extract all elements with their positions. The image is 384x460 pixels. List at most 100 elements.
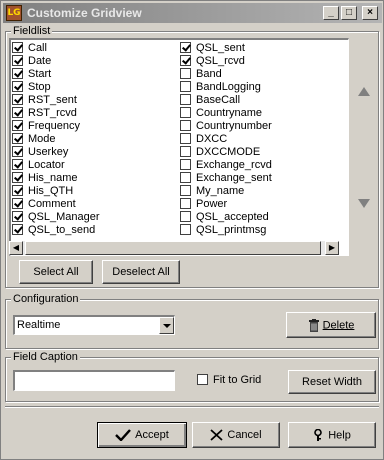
fieldlist-horizontal-scrollbar[interactable]: ◀ ▶	[9, 241, 339, 255]
field-checkbox[interactable]	[12, 172, 23, 183]
delete-button[interactable]: Delete	[286, 312, 376, 338]
field-checkbox[interactable]	[12, 146, 23, 157]
fieldlist-label: Fieldlist	[11, 25, 53, 37]
maximize-button[interactable]: □	[341, 6, 357, 20]
field-checkbox[interactable]	[180, 133, 191, 144]
field-label: Locator	[28, 159, 65, 171]
field-checkbox[interactable]	[12, 185, 23, 196]
scroll-left-arrow-icon[interactable]: ◀	[9, 241, 23, 255]
field-item[interactable]: His_QTH	[12, 185, 100, 198]
field-item[interactable]: Countrynumber	[180, 120, 272, 133]
field-item[interactable]: DXCC	[180, 133, 272, 146]
field-item[interactable]: Locator	[12, 159, 100, 172]
chevron-down-icon[interactable]	[159, 317, 174, 334]
field-caption-input[interactable]	[13, 370, 175, 391]
select-all-button[interactable]: Select All	[19, 260, 93, 284]
field-item[interactable]: QSL_printmsg	[180, 224, 272, 237]
field-item[interactable]: Userkey	[12, 146, 100, 159]
field-label: His_name	[28, 172, 78, 184]
field-checkbox[interactable]	[12, 133, 23, 144]
fit-to-grid-label: Fit to Grid	[213, 374, 262, 387]
field-item[interactable]: Frequency	[12, 120, 100, 133]
field-checkbox[interactable]	[12, 68, 23, 79]
field-checkbox[interactable]	[12, 107, 23, 118]
reset-width-button[interactable]: Reset Width	[288, 370, 376, 394]
close-button[interactable]: ×	[362, 6, 378, 20]
field-label: Start	[28, 68, 52, 80]
field-label: My_name	[196, 185, 245, 197]
field-checkbox[interactable]	[12, 224, 23, 235]
field-label: Mode	[28, 133, 56, 145]
field-label: His_QTH	[28, 185, 74, 197]
field-checkbox[interactable]	[180, 185, 191, 196]
scroll-up-arrow-icon[interactable]	[358, 87, 370, 96]
field-checkbox[interactable]	[180, 81, 191, 92]
field-checkbox[interactable]	[180, 211, 191, 222]
field-checkbox[interactable]	[180, 42, 191, 53]
help-key-icon	[314, 428, 322, 441]
field-checkbox[interactable]	[12, 42, 23, 53]
field-item[interactable]: Exchange_sent	[180, 172, 272, 185]
accept-button[interactable]: Accept	[97, 422, 187, 448]
scroll-down-arrow-icon[interactable]	[358, 199, 370, 208]
fieldlist-vertical-scroll-area[interactable]	[353, 39, 375, 257]
field-item[interactable]: BaseCall	[180, 94, 272, 107]
field-checkbox[interactable]	[180, 68, 191, 79]
field-checkbox[interactable]	[12, 94, 23, 105]
configuration-select[interactable]: Realtime	[13, 315, 175, 335]
horizontal-scroll-thumb[interactable]	[25, 241, 321, 255]
fieldlist-box[interactable]: Call Date Start Stop RST_sent RST_rcvd Frequen…	[9, 38, 349, 256]
help-button[interactable]: Help	[288, 422, 376, 448]
field-checkbox[interactable]	[180, 120, 191, 131]
field-label: BaseCall	[196, 94, 241, 106]
field-checkbox[interactable]	[180, 224, 191, 235]
field-item[interactable]: RST_sent	[12, 94, 100, 107]
field-checkbox[interactable]	[180, 159, 191, 170]
field-checkbox[interactable]	[12, 159, 23, 170]
scroll-right-arrow-icon[interactable]: ▶	[325, 241, 339, 255]
field-checkbox[interactable]	[180, 146, 191, 157]
field-item[interactable]: QSL_rcvd	[180, 55, 272, 68]
field-checkbox[interactable]	[12, 55, 23, 66]
field-label: Userkey	[28, 146, 69, 158]
field-checkbox[interactable]	[180, 198, 191, 209]
configuration-label: Configuration	[11, 293, 81, 305]
field-checkbox[interactable]	[180, 55, 191, 66]
field-item[interactable]: QSL_sent	[180, 42, 272, 55]
field-checkbox[interactable]	[12, 81, 23, 92]
field-item[interactable]: QSL_Manager	[12, 211, 100, 224]
fit-to-grid-checkbox-box[interactable]	[197, 373, 208, 385]
fieldlist-column-2: QSL_sent QSL_rcvd Band BandLogging BaseCall C…	[180, 42, 272, 237]
field-item[interactable]: Call	[12, 42, 100, 55]
field-label: DXCC	[196, 133, 228, 145]
field-item[interactable]: Start	[12, 68, 100, 81]
field-item[interactable]: QSL_to_send	[12, 224, 100, 237]
field-item[interactable]: Band	[180, 68, 272, 81]
field-item[interactable]: His_name	[12, 172, 100, 185]
field-label: Countrynumber	[196, 120, 272, 132]
field-item[interactable]: Mode	[12, 133, 100, 146]
field-item[interactable]: Comment	[12, 198, 100, 211]
field-item[interactable]: RST_rcvd	[12, 107, 100, 120]
field-item[interactable]: Exchange_rcvd	[180, 159, 272, 172]
title-bar[interactable]: LG Customize Gridview _ □ ×	[3, 3, 382, 23]
delete-button-label: Delete	[322, 319, 355, 331]
fit-to-grid-checkbox[interactable]: Fit to Grid	[197, 373, 262, 387]
field-checkbox[interactable]	[12, 211, 23, 222]
field-item[interactable]: Stop	[12, 81, 100, 94]
field-checkbox[interactable]	[12, 198, 23, 209]
field-item[interactable]: Countryname	[180, 107, 272, 120]
field-item[interactable]: Power	[180, 198, 272, 211]
field-item[interactable]: QSL_accepted	[180, 211, 272, 224]
field-item[interactable]: Date	[12, 55, 100, 68]
field-checkbox[interactable]	[180, 172, 191, 183]
deselect-all-button[interactable]: Deselect All	[102, 260, 180, 284]
field-checkbox[interactable]	[12, 120, 23, 131]
cancel-button[interactable]: Cancel	[192, 422, 280, 448]
field-item[interactable]: BandLogging	[180, 81, 272, 94]
field-checkbox[interactable]	[180, 107, 191, 118]
field-item[interactable]: My_name	[180, 185, 272, 198]
minimize-button[interactable]: _	[323, 6, 339, 20]
field-checkbox[interactable]	[180, 94, 191, 105]
field-item[interactable]: DXCCMODE	[180, 146, 272, 159]
